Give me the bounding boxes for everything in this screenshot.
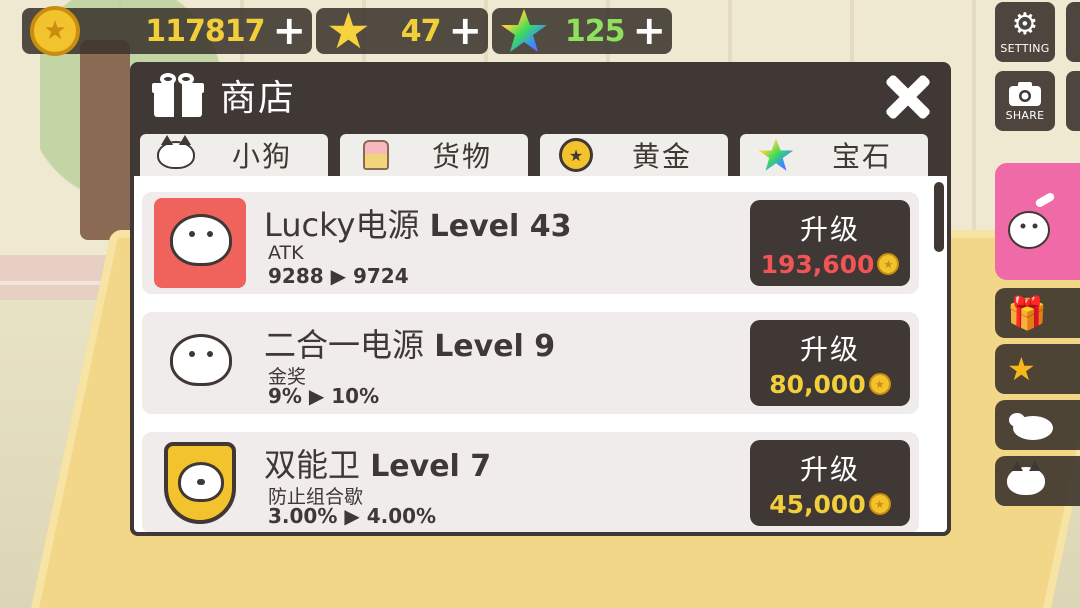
star-icon: ★: [326, 2, 371, 60]
item-name: Lucky电源 Level 43: [264, 206, 572, 244]
scroll-thumb[interactable]: [934, 182, 944, 252]
camera-icon: [1009, 81, 1041, 106]
upgrade-label: 升级: [799, 452, 860, 486]
star-icon: ★: [1007, 350, 1036, 388]
side-cat-tab[interactable]: [995, 456, 1080, 506]
item-stat: 9288 ▶ 9724: [268, 264, 409, 288]
list-item: 二合一电源 Level 9 金奖 9% ▶ 10% 升级 80,000 ★: [142, 312, 919, 414]
gift-icon: [152, 73, 204, 117]
edge-button-top[interactable]: [1066, 2, 1080, 62]
add-stars-button[interactable]: +: [448, 11, 482, 51]
dog-feature-tab[interactable]: [995, 163, 1080, 280]
rainbow-star-icon: [501, 9, 547, 52]
shield-icon: [164, 442, 236, 524]
upgrade-button[interactable]: 升级 80,000 ★: [750, 320, 910, 406]
dog-icon: [1009, 413, 1053, 440]
price: 80,000: [769, 369, 866, 399]
upgrade-label: 升级: [799, 332, 860, 366]
coin-value: 117817: [145, 13, 265, 49]
upgrade-list[interactable]: Lucky电源 Level 43 ATK 9288 ▶ 9724 升级 193,…: [130, 176, 951, 536]
gear-icon: ⚙: [1011, 6, 1039, 42]
gem-counter: 125 +: [492, 8, 672, 54]
coin-icon: ★: [559, 138, 593, 172]
setting-label: SETTING: [1000, 41, 1050, 55]
gift-icon: 🎁: [1007, 294, 1047, 332]
item-name: 二合一电源 Level 9: [264, 326, 556, 364]
coin-icon: ★: [877, 253, 900, 275]
add-coins-button[interactable]: +: [272, 11, 306, 51]
tab-goods[interactable]: 货物: [340, 134, 528, 176]
share-button[interactable]: SHARE: [995, 71, 1055, 131]
close-button[interactable]: [883, 72, 931, 120]
price: 45,000: [769, 489, 866, 519]
star-counter: ★ 47 +: [316, 2, 488, 60]
list-item: Lucky电源 Level 43 ATK 9288 ▶ 9724 升级 193,…: [142, 192, 919, 294]
upgrade-button[interactable]: 升级 193,600 ★: [750, 200, 910, 286]
dog-bone-icon: [1008, 192, 1055, 249]
price: 193,600: [760, 249, 875, 279]
coin-icon: ★: [868, 493, 891, 515]
item-name: 双能卫 Level 7: [264, 446, 492, 484]
star-value: 47: [400, 13, 442, 49]
upgrade-label: 升级: [799, 212, 860, 246]
shop-tabs: 小狗 货物 ★ 黄金 宝石: [140, 134, 940, 176]
coin-counter: ★ 117817 +: [22, 6, 312, 56]
shop-dialog: 商店 小狗 货物 ★ 黄金 宝石 Lucky电源 Level 43 ATK 92…: [130, 62, 951, 536]
tab-label: 货物: [432, 140, 493, 173]
cat-icon: [1007, 461, 1045, 495]
tab-label: 黄金: [632, 140, 693, 173]
edge-button-second[interactable]: [1066, 71, 1080, 131]
tab-label: 小狗: [232, 140, 293, 173]
list-item: 双能卫 Level 7 防止组合歇 3.00% ▶ 4.00% 升级 45,00…: [142, 432, 919, 532]
item-stat: 3.00% ▶ 4.00%: [268, 504, 437, 528]
coin-icon: ★: [30, 6, 80, 56]
tab-gems[interactable]: 宝石: [740, 134, 928, 176]
rainbow-star-icon: [758, 138, 794, 171]
shop-header: 商店: [130, 62, 951, 128]
tab-puppy[interactable]: 小狗: [140, 134, 328, 176]
share-label: SHARE: [1005, 108, 1045, 122]
tab-gold[interactable]: ★ 黄金: [540, 134, 728, 176]
coin-icon: ★: [868, 373, 891, 395]
cat-coin-thumbnail: [154, 318, 246, 408]
lucky-dog-thumbnail: [154, 198, 246, 288]
item-subtitle: ATK: [268, 242, 304, 264]
gem-value: 125: [564, 13, 626, 49]
cake-icon: [363, 140, 389, 170]
add-gems-button[interactable]: +: [632, 11, 666, 51]
cat-icon: [157, 135, 195, 169]
side-star-tab[interactable]: ★: [995, 344, 1080, 394]
list-scrollbar[interactable]: [934, 182, 944, 522]
currency-bar: ★ 117817 + ★ 47 + 125 +: [22, 2, 672, 60]
background-tree-trunk: [80, 40, 130, 240]
side-shop-tab[interactable]: 🎁: [995, 288, 1080, 338]
upgrade-button[interactable]: 升级 45,000 ★: [750, 440, 910, 526]
item-stat: 9% ▶ 10%: [268, 384, 380, 408]
tab-label: 宝石: [832, 140, 893, 173]
shop-title: 商店: [220, 78, 297, 119]
side-dog-tab[interactable]: [995, 400, 1080, 450]
setting-button[interactable]: ⚙ SETTING: [995, 2, 1055, 62]
shield-thumbnail: [154, 438, 246, 528]
